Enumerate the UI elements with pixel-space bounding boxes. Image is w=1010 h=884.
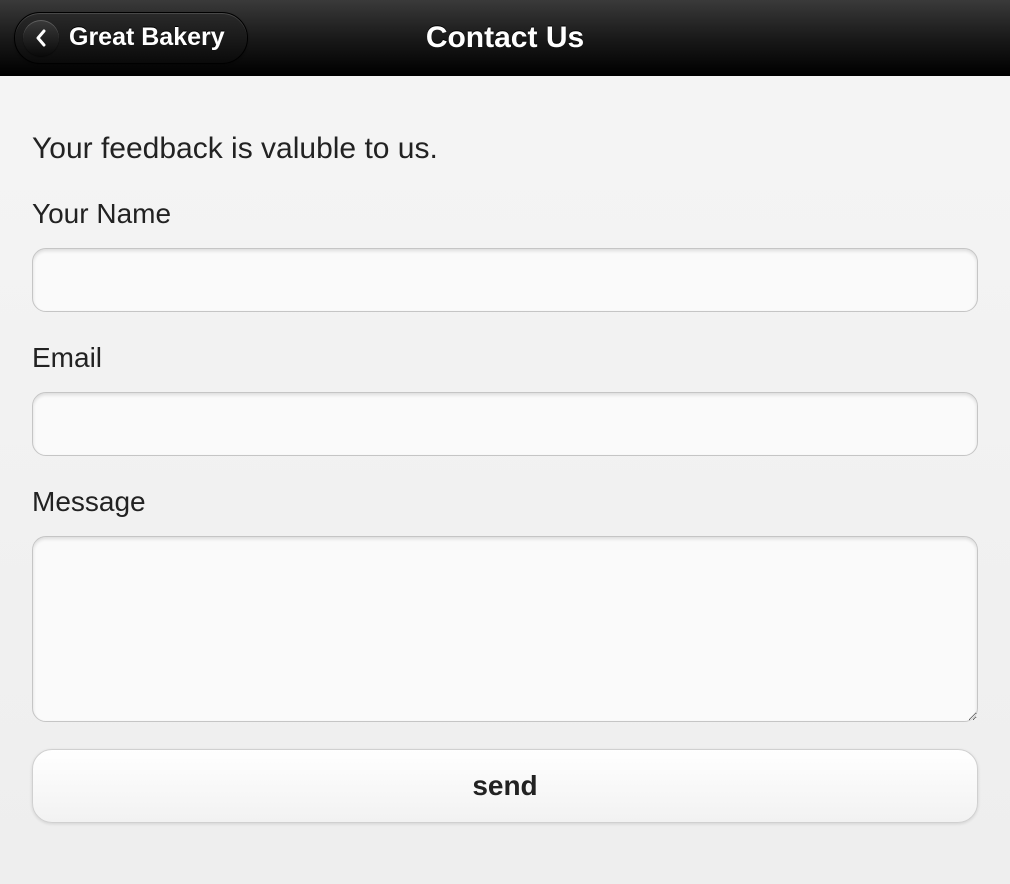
back-button[interactable]: Great Bakery bbox=[14, 12, 248, 64]
page-title: Contact Us bbox=[426, 21, 584, 55]
message-input[interactable] bbox=[32, 536, 978, 722]
email-label: Email bbox=[32, 342, 978, 374]
send-button[interactable]: send bbox=[32, 749, 978, 823]
chevron-left-icon bbox=[23, 20, 59, 56]
name-input[interactable] bbox=[32, 248, 978, 312]
header: Great Bakery Contact Us bbox=[0, 0, 1010, 76]
name-label: Your Name bbox=[32, 198, 978, 230]
back-button-label: Great Bakery bbox=[69, 23, 225, 52]
message-label: Message bbox=[32, 486, 978, 518]
intro-text: Your feedback is valuble to us. bbox=[32, 132, 978, 166]
content: Your feedback is valuble to us. Your Nam… bbox=[0, 76, 1010, 847]
email-input[interactable] bbox=[32, 392, 978, 456]
